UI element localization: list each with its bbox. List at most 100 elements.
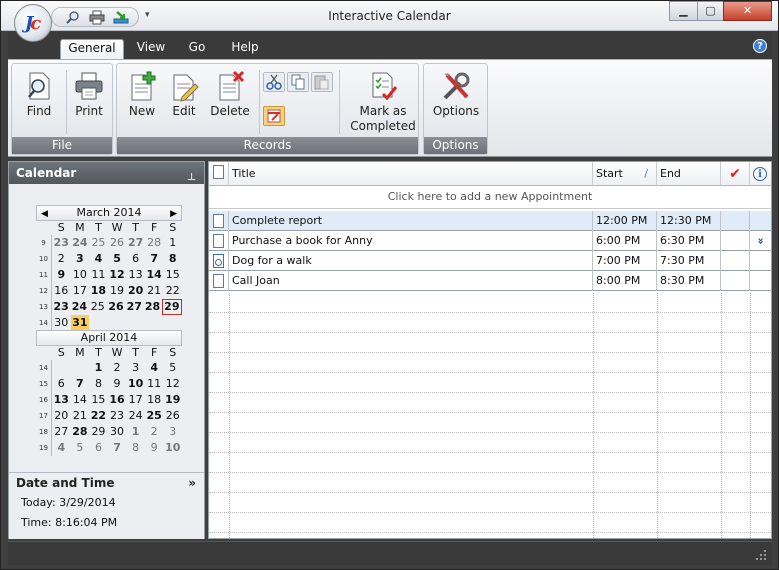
calendar-day[interactable]: 5 xyxy=(71,440,90,456)
calendar-day[interactable]: 7 xyxy=(145,251,164,267)
appointment-row[interactable]: Dog for a walk 7:00 PM 7:30 PM xyxy=(209,251,771,271)
calendar-day[interactable]: 9 xyxy=(52,267,71,283)
tab-help[interactable]: Help xyxy=(226,39,264,60)
print-button[interactable]: Print xyxy=(64,68,114,130)
calendar-day[interactable]: 7 xyxy=(108,440,127,456)
calendar-day[interactable]: 29 xyxy=(161,299,182,315)
help-icon[interactable]: ? xyxy=(753,39,767,53)
tab-general[interactable]: General xyxy=(60,39,124,60)
calendar-day[interactable]: 2 xyxy=(108,360,127,376)
calendar-day[interactable]: 6 xyxy=(52,376,71,392)
calendar-day[interactable]: 23 xyxy=(52,235,71,251)
calendar-day[interactable]: 15 xyxy=(163,267,182,283)
calendar-day[interactable]: 21 xyxy=(71,408,90,424)
calendar-day[interactable]: 24 xyxy=(71,235,90,251)
column-start-header[interactable]: Start / xyxy=(593,162,657,186)
calendar-day[interactable]: 28 xyxy=(143,299,161,315)
calendar-day[interactable]: 24 xyxy=(126,408,145,424)
calendar-day[interactable]: 7 xyxy=(71,376,90,392)
mark-completed-button[interactable]: Mark as Completed xyxy=(347,68,419,133)
calendar-day[interactable]: 3 xyxy=(71,251,90,267)
calendar-day[interactable]: 9 xyxy=(108,376,127,392)
calendar-day[interactable]: 31 xyxy=(70,315,90,331)
calendar-day[interactable]: 13 xyxy=(126,267,145,283)
calendar-day[interactable]: 9 xyxy=(145,440,164,456)
minimize-button[interactable]: ▁ xyxy=(669,1,698,21)
calendar-day[interactable]: 15 xyxy=(89,392,108,408)
calendar-day[interactable]: 6 xyxy=(89,440,108,456)
calendar-day[interactable]: 3 xyxy=(163,424,182,440)
calendar-day[interactable]: 27 xyxy=(126,235,145,251)
calendar-day[interactable]: 24 xyxy=(70,299,88,315)
calendar-day[interactable]: 22 xyxy=(163,283,182,299)
info-icon[interactable]: i xyxy=(750,162,771,186)
prev-month-icon[interactable]: ◀ xyxy=(41,207,48,221)
column-icon-header[interactable] xyxy=(209,162,229,186)
calendar-day[interactable]: 4 xyxy=(145,360,164,376)
calendar-day[interactable]: 14 xyxy=(145,267,164,283)
calendar-day[interactable]: 11 xyxy=(89,267,108,283)
calendar-day[interactable]: 18 xyxy=(89,283,108,299)
options-button[interactable]: Options xyxy=(431,68,481,130)
appointment-row[interactable]: Complete report 12:00 PM 12:30 PM xyxy=(209,211,771,231)
calendar-day[interactable]: 11 xyxy=(145,376,164,392)
calendar-day[interactable]: 19 xyxy=(108,283,127,299)
calendar-day[interactable]: 8 xyxy=(89,376,108,392)
calendar-day[interactable]: 2 xyxy=(145,424,164,440)
collapse-chevron-icon[interactable]: » xyxy=(188,473,196,493)
calendar-day[interactable]: 16 xyxy=(108,392,127,408)
calendar-day[interactable]: 1 xyxy=(163,235,182,251)
calendar-day[interactable]: 3 xyxy=(126,360,145,376)
calendar-day[interactable]: 8 xyxy=(126,440,145,456)
calendar-day[interactable]: 25 xyxy=(145,408,164,424)
calendar-day[interactable]: 28 xyxy=(71,424,90,440)
calendar-day[interactable]: 12 xyxy=(163,376,182,392)
calendar-day[interactable]: 30 xyxy=(52,315,71,331)
calendar-day[interactable]: 5 xyxy=(108,251,127,267)
expand-chevron-icon[interactable]: » xyxy=(751,231,771,252)
column-end-header[interactable]: End xyxy=(657,162,721,186)
calendar-day[interactable]: 29 xyxy=(89,424,108,440)
calendar-day[interactable]: 30 xyxy=(108,424,127,440)
calendar-day[interactable]: 5 xyxy=(163,360,182,376)
calendar-day[interactable]: 2 xyxy=(52,251,71,267)
calendar-day[interactable]: 27 xyxy=(52,424,71,440)
calendar-day[interactable]: 25 xyxy=(89,235,108,251)
appointment-row[interactable]: Purchase a book for Anny 6:00 PM 6:30 PM » xyxy=(209,231,771,251)
calendar-day[interactable]: 26 xyxy=(107,299,125,315)
calendar-day[interactable]: 10 xyxy=(126,376,145,392)
app-logo[interactable]: Jc xyxy=(14,4,52,42)
completed-check-icon[interactable]: ✔ xyxy=(721,162,750,186)
calendar-edit-icon[interactable] xyxy=(263,106,285,126)
calendar-day[interactable]: 1 xyxy=(126,424,145,440)
calendar-day[interactable]: 21 xyxy=(145,283,164,299)
calendar-day[interactable]: 8 xyxy=(163,251,182,267)
calendar-day[interactable]: 25 xyxy=(89,299,107,315)
calendar-day[interactable]: 20 xyxy=(126,283,145,299)
paste-icon[interactable] xyxy=(311,72,333,92)
calendar-day[interactable]: 28 xyxy=(145,235,164,251)
calendar-day[interactable]: 20 xyxy=(52,408,71,424)
calendar-day[interactable]: 26 xyxy=(108,235,127,251)
maximize-button[interactable]: ▢ xyxy=(697,1,724,21)
calendar-day[interactable]: 18 xyxy=(145,392,164,408)
calendar-day[interactable]: 19 xyxy=(163,392,182,408)
tab-view[interactable]: View xyxy=(132,39,170,60)
resize-grip-icon[interactable] xyxy=(754,548,768,562)
tab-go[interactable]: Go xyxy=(182,39,212,60)
calendar-day[interactable]: 23 xyxy=(108,408,127,424)
calendar-day[interactable]: 23 xyxy=(52,299,70,315)
calendar-day[interactable]: 22 xyxy=(89,408,108,424)
close-button[interactable]: ✕ xyxy=(723,1,772,21)
appointment-row[interactable]: Call Joan 8:00 PM 8:30 PM xyxy=(209,271,771,291)
calendar-day[interactable]: 10 xyxy=(163,440,182,456)
calendar-day[interactable]: 10 xyxy=(71,267,90,283)
delete-button[interactable]: Delete xyxy=(205,68,255,130)
calendar-day[interactable]: 1 xyxy=(89,360,108,376)
cut-icon[interactable] xyxy=(263,72,285,92)
pin-icon[interactable]: ⊥ xyxy=(187,167,196,189)
next-month-icon[interactable]: ▶ xyxy=(170,207,177,221)
calendar-day[interactable]: 12 xyxy=(108,267,127,283)
calendar-day[interactable]: 27 xyxy=(125,299,143,315)
find-button[interactable]: Find xyxy=(14,68,64,130)
